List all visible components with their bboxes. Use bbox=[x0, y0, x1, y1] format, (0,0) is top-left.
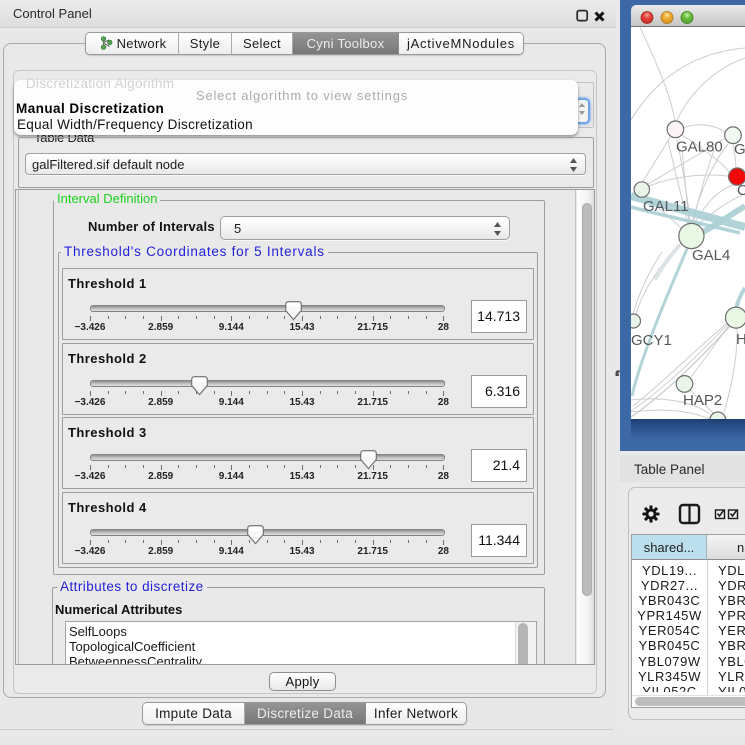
svg-text:C: C bbox=[737, 182, 745, 199]
svg-text:GAL80: GAL80 bbox=[676, 139, 723, 156]
svg-text:G.: G. bbox=[734, 141, 745, 158]
svg-text:HAP2: HAP2 bbox=[683, 392, 722, 409]
svg-text:GAL4: GAL4 bbox=[692, 247, 730, 264]
svg-text:H: H bbox=[736, 331, 745, 348]
svg-text:GCY1: GCY1 bbox=[631, 332, 672, 349]
svg-text:GAL11: GAL11 bbox=[643, 198, 689, 215]
